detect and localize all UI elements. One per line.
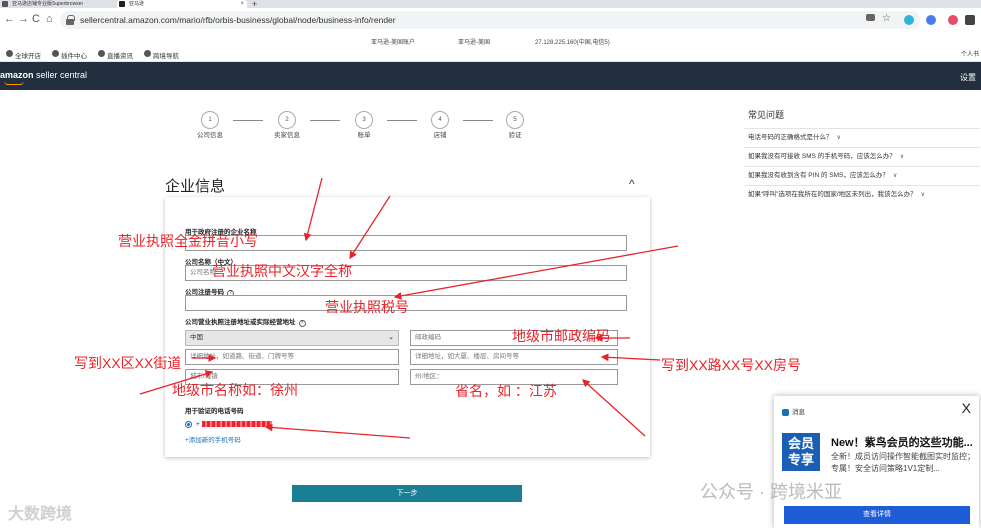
forward-button[interactable]: → (18, 13, 29, 25)
amazon-smile-icon (4, 81, 24, 85)
step-3: 3 账单 (334, 111, 394, 140)
annotation-postal: 地级市邮政编码 (512, 328, 610, 344)
annotation-detail: 写到XX路XX号XX房号 (661, 357, 802, 373)
chevron-down-icon: ⌄ (388, 334, 394, 341)
url-text: sellercentral.amazon.com/mario/rfb/orbis… (80, 15, 396, 25)
extension-icon[interactable] (904, 15, 914, 25)
message-header: 消息 (782, 406, 805, 416)
browser-toolbar: ← → C ⌂ sellercentral.amazon.com/mario/r… (0, 8, 981, 32)
reload-button[interactable]: C (32, 13, 40, 25)
message-popup: 消息 X 会员 专享 New！紫鸟会员的这些功能... 全新！成员访问操作智能截… (774, 396, 979, 528)
key-icon[interactable] (866, 14, 875, 21)
step-2: 2 卖家信息 (257, 111, 317, 140)
bookmark-item[interactable]: 跨境导航 (144, 50, 179, 60)
annotation-state: 省名，如 ：江苏 (455, 383, 557, 399)
back-button[interactable]: ← (4, 13, 15, 25)
phone-label: 用于验证的电话号码 (185, 408, 244, 415)
settings-link[interactable]: 设置 (960, 72, 976, 83)
view-details-button[interactable]: 查看详情 (784, 506, 970, 524)
tab-favicon-icon (2, 1, 8, 7)
phone-radio[interactable] (185, 421, 192, 428)
help-icon[interactable]: ? (298, 320, 306, 327)
message-icon (782, 408, 789, 416)
address-bar[interactable]: sellercentral.amazon.com/mario/rfb/orbis… (60, 11, 920, 29)
chevron-down-icon: ∨ (920, 192, 926, 198)
chevron-down-icon: ∨ (899, 154, 905, 160)
faq-item[interactable]: 如果“呼叫”选项在我所在的国家/地区未列出，我该怎么办？ ∨ (744, 185, 980, 203)
bookmarks-bar: 亚马逊-美国账户 亚马逊-美国 27.128.225.160(中国,电信5) 全… (0, 32, 981, 62)
country-select[interactable]: 中国 ⌄ (185, 330, 399, 346)
chevron-down-icon: ∨ (892, 173, 898, 179)
chevron-down-icon: ∨ (836, 135, 841, 141)
tab-strip: 亚马逊店铺专业版Superbrowser 亚马逊 × + (0, 0, 981, 9)
puzzle-icon[interactable] (965, 15, 975, 25)
tab-amazon[interactable]: 亚马逊 × (117, 0, 247, 8)
tab-favicon-icon (119, 1, 125, 7)
star-icon[interactable]: ☆ (882, 13, 892, 24)
step-5: 5 验证 (485, 111, 545, 140)
tab-superbrowser[interactable]: 亚马逊店铺专业版Superbrowser (0, 0, 112, 8)
account-label: 亚马逊-美国账户 (371, 40, 415, 46)
faq-item[interactable]: 电话号码的正确格式是什么？ ∨ (744, 128, 980, 146)
redacted-phone (201, 421, 272, 428)
annotation-city: 地级市名称如：徐州 (172, 382, 298, 398)
step-1: 1 公司信息 (180, 111, 240, 140)
extension-icon[interactable] (926, 15, 936, 25)
close-tab-icon[interactable]: × (240, 0, 244, 8)
section-title: 企业信息 (165, 178, 226, 195)
phone-number: + (196, 421, 272, 428)
add-phone-link[interactable]: +添加新的手机号码 (185, 434, 241, 444)
annotation-chinese-name: 营业执照中文汉字全称 (212, 263, 352, 279)
address-label: 公司营业执照注册地址或实际经营地址? (185, 316, 306, 327)
seller-central-header: amazon seller central 设置 (0, 62, 981, 90)
annotation-tax-id: 营业执照税号 (325, 299, 409, 315)
home-button[interactable]: ⌂ (46, 13, 53, 25)
lock-icon (66, 15, 75, 25)
collapse-icon[interactable]: ^ (629, 177, 635, 191)
street-address-input[interactable]: 详细地址，如道路、街道、门牌号等 (185, 349, 399, 365)
message-title: New！紫鸟会员的这些功能... (831, 437, 973, 449)
faq-title: 常见问题 (748, 110, 785, 120)
message-body: 全新！成员访问操作智能截图实时监控；专属！安全访问策略1V1定制... (831, 452, 975, 473)
bookmark-folder[interactable]: 个人书 (961, 49, 979, 58)
watermark-right: 公众号 · 跨境米亚 (700, 482, 842, 502)
annotation-legal-name: 营业执照全金拼音小写 (118, 233, 258, 249)
close-icon[interactable]: X (962, 400, 971, 416)
ip-label: 27.128.225.160(中国,电信5) (535, 40, 610, 46)
step-4: 4 店铺 (410, 111, 470, 140)
bookmark-item[interactable]: 直播资讯 (98, 50, 133, 60)
faq-item[interactable]: 如果我没有可接收 SMS 的手机号码，应该怎么办？ ∨ (744, 147, 980, 165)
address-detail-input[interactable]: 详细地址，如大厦、楼层、房间号等 (410, 349, 618, 365)
extension-icon[interactable] (948, 15, 958, 25)
account-label: 亚马逊-美国 (458, 40, 490, 46)
annotation-street: 写到XX区XX街道 (74, 355, 182, 371)
next-button[interactable]: 下一步 (292, 485, 522, 502)
bookmark-item[interactable]: 全球开店 (6, 50, 41, 60)
bookmark-item[interactable]: 插件中心 (52, 50, 87, 60)
watermark-left: 大数跨境 (8, 506, 73, 523)
faq-item[interactable]: 如果我没有收到含有 PIN 的 SMS，应该怎么办？ ∨ (744, 166, 980, 184)
amazon-seller-central-logo[interactable]: amazon seller central (0, 70, 87, 85)
member-badge: 会员 专享 (782, 433, 820, 471)
